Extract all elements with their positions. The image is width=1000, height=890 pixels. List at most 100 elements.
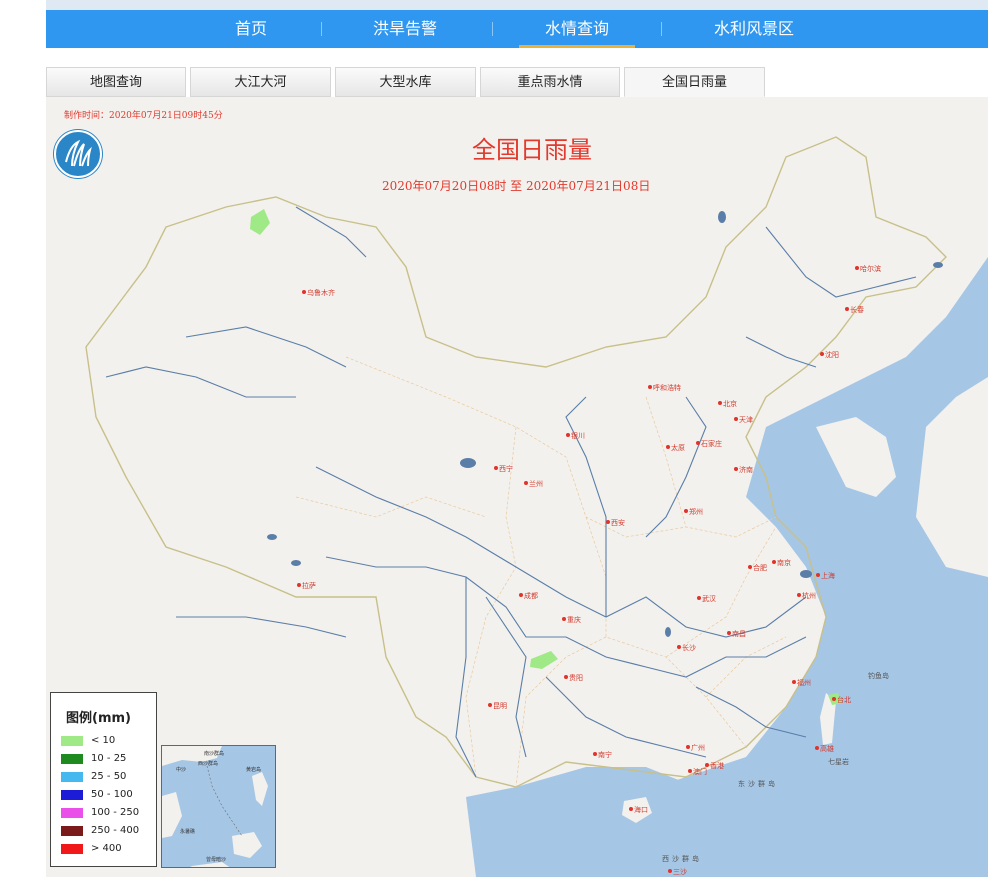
city-dot xyxy=(629,807,633,811)
ministry-logo xyxy=(54,130,102,178)
city-dot xyxy=(686,745,690,749)
city-dot xyxy=(677,645,681,649)
city-dot xyxy=(748,565,752,569)
city-label: 济南 xyxy=(734,466,753,474)
legend-label: > 400 xyxy=(91,843,122,854)
legend-label: 10 - 25 xyxy=(91,753,127,764)
city-label: 福州 xyxy=(792,679,811,687)
nav-item-water-query[interactable]: 水情查询 xyxy=(519,10,635,48)
city-label: 兰州 xyxy=(524,480,543,488)
city-dot xyxy=(648,385,652,389)
city-dot xyxy=(705,763,709,767)
top-banner-strip xyxy=(46,0,988,10)
tab-major-rivers[interactable]: 大江大河 xyxy=(190,67,331,97)
city-label: 沈阳 xyxy=(820,351,839,359)
city-dot xyxy=(734,467,738,471)
legend-item: > 400 xyxy=(61,843,153,855)
city-dot xyxy=(727,631,731,635)
city-dot xyxy=(816,573,820,577)
city-label: 郑州 xyxy=(684,508,703,516)
legend-label: 50 - 100 xyxy=(91,789,133,800)
city-label: 上海 xyxy=(816,572,835,580)
city-label: 杭州 xyxy=(797,592,816,600)
city-label: 南宁 xyxy=(593,751,612,759)
rain-area-guizhou xyxy=(530,651,558,669)
city-dot xyxy=(494,466,498,470)
city-label: 贵阳 xyxy=(564,674,583,682)
rain-area-xinjiang xyxy=(250,209,270,235)
city-label: 乌鲁木齐 xyxy=(302,289,335,297)
city-label: 成都 xyxy=(519,592,538,600)
city-dot xyxy=(797,593,801,597)
city-dot xyxy=(820,352,824,356)
city-label: 武汉 xyxy=(697,595,716,603)
tab-national-daily-rainfall[interactable]: 全国日雨量 xyxy=(624,67,765,97)
city-label: 呼和浩特 xyxy=(648,384,681,392)
logo-emblem xyxy=(65,139,92,167)
inset-label: 西沙群岛 xyxy=(198,761,219,767)
city-dot xyxy=(297,583,301,587)
inset-label: 中沙 xyxy=(176,767,187,773)
legend-swatch xyxy=(61,772,83,782)
legend-label: 100 - 250 xyxy=(91,807,140,818)
main-nav: 首页 洪旱告警 水情查询 水利风景区 xyxy=(46,10,988,48)
legend-title: 图例(mm) xyxy=(66,711,131,726)
legend-item: 10 - 25 xyxy=(61,753,153,765)
city-dot xyxy=(524,481,528,485)
make-time: 制作时间：2020年07月21日09时45分 xyxy=(64,111,223,121)
nav-separator xyxy=(492,22,493,36)
city-dot xyxy=(564,675,568,679)
legend-item: 250 - 400 xyxy=(61,825,153,837)
inset-label: 曾母暗沙 xyxy=(206,857,227,863)
city-dot xyxy=(606,520,610,524)
city-label: 广州 xyxy=(686,744,705,752)
city-label: 拉萨 xyxy=(297,582,316,590)
legend-label: < 10 xyxy=(91,735,116,746)
city-label: 西安 xyxy=(606,519,625,527)
city-label: 太原 xyxy=(666,444,685,452)
city-dot xyxy=(697,596,701,600)
city-dot xyxy=(566,433,570,437)
city-dot xyxy=(302,290,306,294)
rainfall-legend: 图例(mm) < 10 10 - 25 25 - 50 50 - 100 100… xyxy=(50,692,157,867)
city-dot xyxy=(684,509,688,513)
city-label: 哈尔滨 xyxy=(855,265,881,273)
nav-item-home[interactable]: 首页 xyxy=(214,10,288,48)
city-dot xyxy=(688,769,692,773)
city-dot xyxy=(734,417,738,421)
legend-item: 100 - 250 xyxy=(61,807,153,819)
city-label: 北京 xyxy=(718,400,737,408)
city-dot xyxy=(772,560,776,564)
city-dot xyxy=(593,752,597,756)
legend-swatch xyxy=(61,736,83,746)
nav-separator xyxy=(661,22,662,36)
city-dot xyxy=(666,445,670,449)
inset-label: 黄岩岛 xyxy=(246,767,262,773)
legend-item: < 10 xyxy=(61,735,153,747)
legend-swatch xyxy=(61,754,83,764)
nav-item-scenic-areas[interactable]: 水利风景区 xyxy=(694,10,814,48)
tab-large-reservoirs[interactable]: 大型水库 xyxy=(335,67,476,97)
tab-key-rain-water[interactable]: 重点雨水情 xyxy=(480,67,620,97)
city-dot xyxy=(815,746,819,750)
nav-separator xyxy=(321,22,322,36)
city-label: 昆明 xyxy=(488,702,507,710)
city-label: 西宁 xyxy=(494,465,513,473)
city-dot xyxy=(519,593,523,597)
city-dot xyxy=(562,617,566,621)
legend-label: 25 - 50 xyxy=(91,771,127,782)
island-label: 钓鱼岛 xyxy=(868,672,889,680)
city-label: 长春 xyxy=(845,306,864,314)
city-label: 高雄 xyxy=(815,745,834,753)
city-dot xyxy=(845,307,849,311)
inset-map xyxy=(162,746,268,867)
legend-swatch xyxy=(61,808,83,818)
nav-item-flood-drought-alert[interactable]: 洪旱告警 xyxy=(361,10,449,48)
inset-label: 南沙群岛 xyxy=(204,751,225,757)
legend-swatch xyxy=(61,790,83,800)
south-china-sea-inset: 南沙群岛 中沙 西沙群岛 黄岩岛 永暑礁 曾母暗沙 xyxy=(161,745,276,868)
city-dot xyxy=(792,680,796,684)
tab-map-query[interactable]: 地图查询 xyxy=(46,67,186,97)
legend-swatch xyxy=(61,826,83,836)
legend-swatch xyxy=(61,844,83,854)
